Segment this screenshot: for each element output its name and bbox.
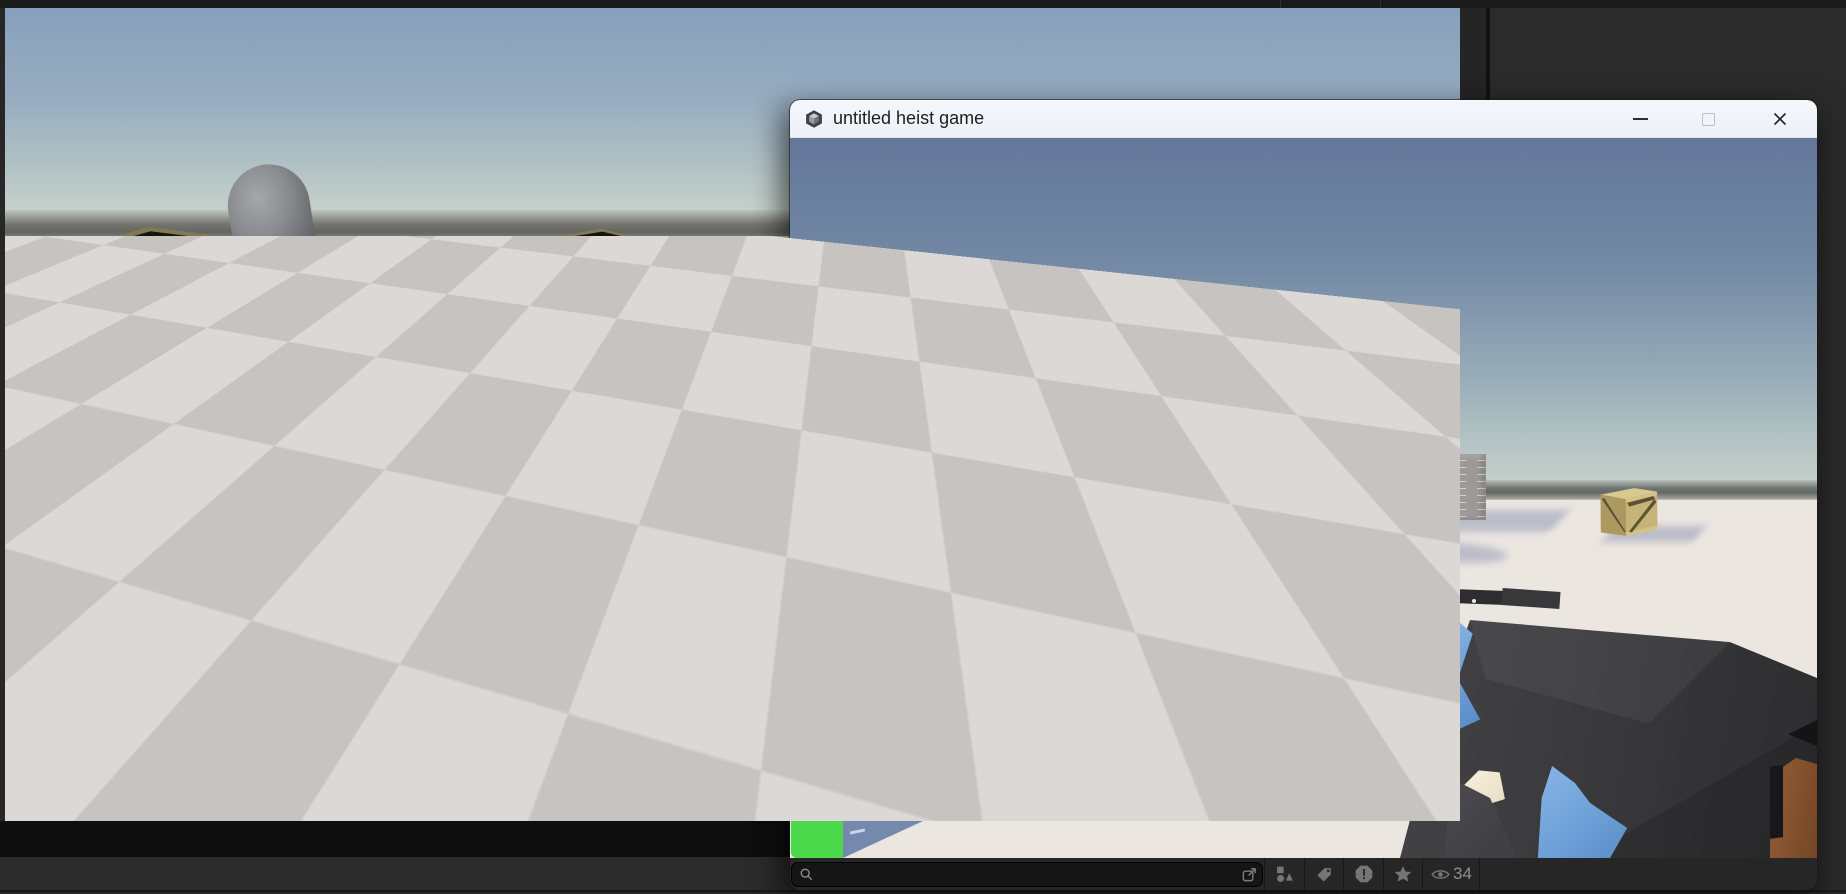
game-window: untitled heist game 34	[790, 100, 1817, 890]
visibility-count: 34	[1453, 864, 1472, 883]
open-in-window-button[interactable]	[1238, 864, 1260, 886]
visibility-count-button[interactable]: 34	[1422, 858, 1480, 890]
filter-favorites-button[interactable]	[1383, 858, 1422, 890]
filter-types-icon	[1277, 866, 1293, 882]
wooden-crate	[546, 219, 655, 319]
editor-screen: untitled heist game 34	[0, 0, 1846, 894]
minimize-button[interactable]	[1620, 106, 1660, 132]
maximize-icon	[1701, 112, 1715, 126]
rifle-handguard	[1392, 605, 1440, 681]
floor-light-patch	[1278, 564, 1393, 592]
wooden-crate	[1597, 484, 1662, 540]
maximize-button[interactable]	[1688, 106, 1728, 132]
open-in-new-window-icon	[1242, 868, 1256, 882]
search-input[interactable]	[814, 863, 1238, 886]
window-toolbar: 34	[790, 858, 1817, 890]
capsule-character	[221, 158, 327, 318]
receiver-highlight	[1472, 599, 1476, 603]
top-bar-divider	[1380, 0, 1381, 8]
window-title: untitled heist game	[833, 108, 985, 128]
tag-icon	[1316, 867, 1331, 882]
health-bar	[6, 512, 79, 817]
search-icon	[800, 868, 813, 881]
minimize-icon	[1632, 118, 1648, 120]
game-view[interactable]	[790, 138, 1817, 858]
wooden-crate	[877, 498, 1001, 576]
close-button[interactable]	[1760, 106, 1800, 132]
close-icon	[1773, 112, 1787, 126]
top-bar-divider	[1280, 0, 1281, 8]
receiver-top	[1451, 589, 1507, 605]
search-box[interactable]	[791, 862, 1263, 887]
brick-wall	[1435, 454, 1486, 520]
wooden-crate	[72, 216, 224, 337]
editor-top-bar	[0, 0, 1846, 8]
crosshair-dot	[730, 410, 737, 417]
crosshair-dot	[1298, 494, 1307, 503]
filter-by-tag-button[interactable]	[1304, 858, 1343, 890]
capsule-character	[1383, 449, 1438, 554]
star-icon	[1394, 866, 1412, 882]
floor-light-patch	[1245, 530, 1340, 554]
warning-octagon-icon	[1355, 865, 1372, 883]
stock-strip	[1770, 765, 1783, 839]
filter-warnings-button[interactable]	[1343, 858, 1383, 890]
health-bar	[791, 657, 845, 858]
capsule-body	[221, 158, 327, 318]
scrollbar-track[interactable]	[1460, 8, 1486, 100]
unity-cube-icon	[806, 110, 822, 128]
panel-divider	[1486, 8, 1490, 100]
floor-shading	[790, 298, 1350, 498]
filter-by-type-button[interactable]	[1264, 858, 1304, 890]
window-title-bar[interactable]: untitled heist game	[790, 100, 1817, 138]
eye-icon	[1431, 869, 1450, 879]
